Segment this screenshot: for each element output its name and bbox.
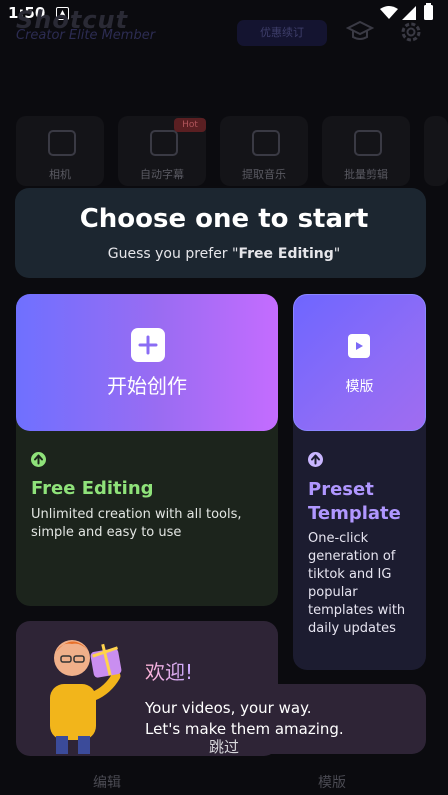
batch-edit-icon [354,130,382,156]
chooser-subtitle-suffix: " [333,246,341,262]
courses-icon[interactable] [345,20,375,46]
settings-gear-icon[interactable] [399,20,423,48]
preset-template-title: Preset Template [308,479,401,524]
arrow-up-icon [308,452,323,467]
music-extract-icon [252,130,280,156]
welcome-message: Your videos, your way. Let's make them a… [145,698,344,740]
template-icon [348,334,370,358]
welcome-line-1: Your videos, your way. [145,699,312,717]
template-button[interactable] [293,294,426,431]
tab-template[interactable]: 模版 [318,772,346,792]
skip-button[interactable]: 跳过 [0,736,448,757]
tool-camera-label: 相机 [49,168,71,181]
start-creating-label: 开始创作 [107,374,187,398]
camera-icon [48,130,76,156]
renew-vip-label: 优惠续订 [260,26,304,39]
tool-extract-music[interactable]: 提取音乐 [220,116,308,186]
hot-badge: Hot [174,118,206,132]
member-label: Creator Elite Member [16,28,156,43]
chooser-title: Choose one to start [79,204,369,234]
free-editing-title: Free Editing [31,478,154,499]
tool-auto-caption-label: 自动字幕 [140,168,184,181]
renew-vip-button[interactable]: 优惠续订 [237,20,327,46]
arrow-up-icon [31,452,46,467]
tool-more[interactable] [424,116,448,186]
chooser-subtitle-pick: Free Editing [238,246,334,262]
chooser-subtitle-prefix: Guess you prefer " [107,246,239,262]
template-button-label: 模版 [345,379,374,395]
tool-batch-edit[interactable]: 批量剪辑 [322,116,410,186]
plus-icon [131,328,165,362]
chooser-subtitle: Guess you prefer "Free Editing" [0,246,448,262]
free-editing-desc: Unlimited creation with all tools, simpl… [31,507,242,540]
tab-edit[interactable]: 编辑 [93,772,121,792]
app-logo: Shotcut Creator Elite Member [16,6,155,43]
start-creating-button[interactable] [16,294,278,431]
caption-icon [150,130,178,156]
welcome-title: 欢迎! [145,656,193,685]
battery-icon [424,3,433,24]
tool-extract-music-label: 提取音乐 [242,168,286,181]
preset-template-desc: One-click generation of tiktok and IG po… [308,531,406,636]
tool-camera[interactable]: 相机 [16,116,104,186]
tool-batch-edit-label: 批量剪辑 [344,168,388,181]
wifi-icon [380,5,398,24]
